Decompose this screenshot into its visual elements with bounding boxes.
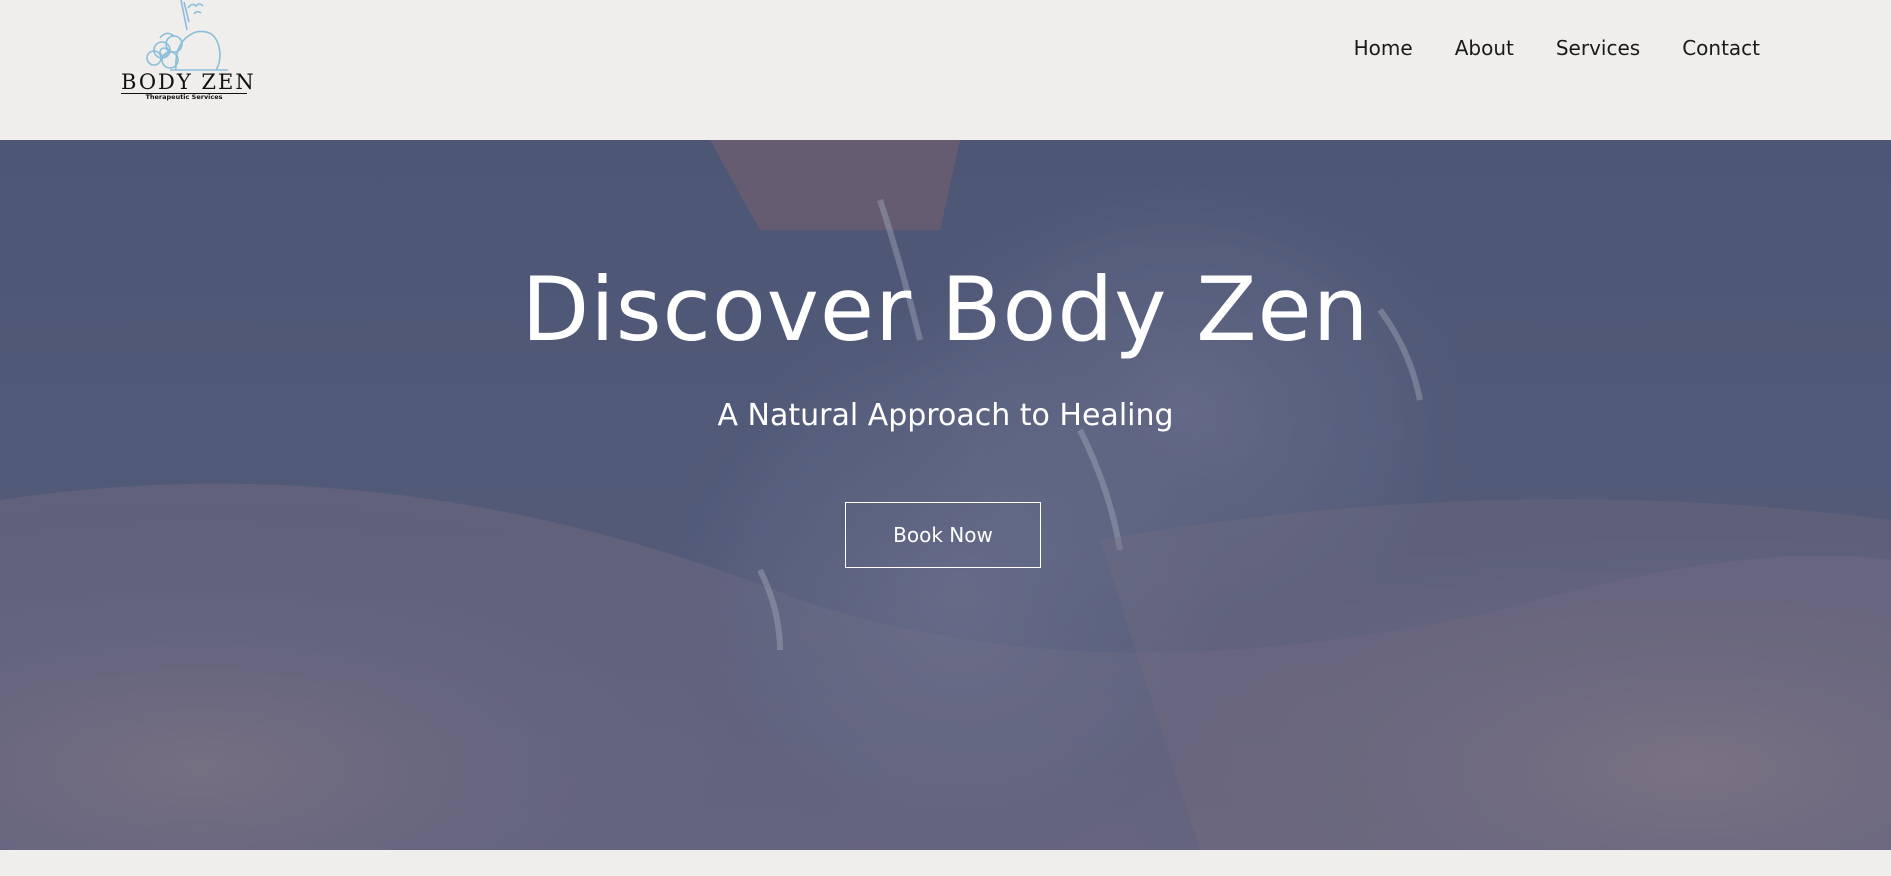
nav-about-link[interactable]: About bbox=[1455, 36, 1514, 60]
brand-logo[interactable]: Body Zen Therapeutic Services bbox=[118, 0, 256, 104]
nav-home-link[interactable]: Home bbox=[1354, 36, 1413, 60]
main-nav: Home About Services Contact bbox=[1354, 36, 1760, 60]
hero-overlay bbox=[0, 140, 1891, 850]
hero-section: Discover Body Zen A Natural Approach to … bbox=[0, 140, 1891, 850]
site-header: Body Zen Therapeutic Services Home About… bbox=[0, 0, 1891, 140]
book-now-button[interactable]: Book Now bbox=[845, 502, 1041, 568]
page-bottom-strip bbox=[0, 850, 1891, 876]
hero-title: Discover Body Zen bbox=[521, 258, 1370, 361]
hero-subtitle: A Natural Approach to Healing bbox=[717, 398, 1174, 433]
lotus-cupping-icon bbox=[146, 0, 228, 71]
brand-name: Body Zen bbox=[121, 70, 256, 94]
nav-contact-link[interactable]: Contact bbox=[1682, 36, 1760, 60]
brand-tagline: Therapeutic Services bbox=[145, 93, 223, 101]
nav-services-link[interactable]: Services bbox=[1556, 36, 1640, 60]
